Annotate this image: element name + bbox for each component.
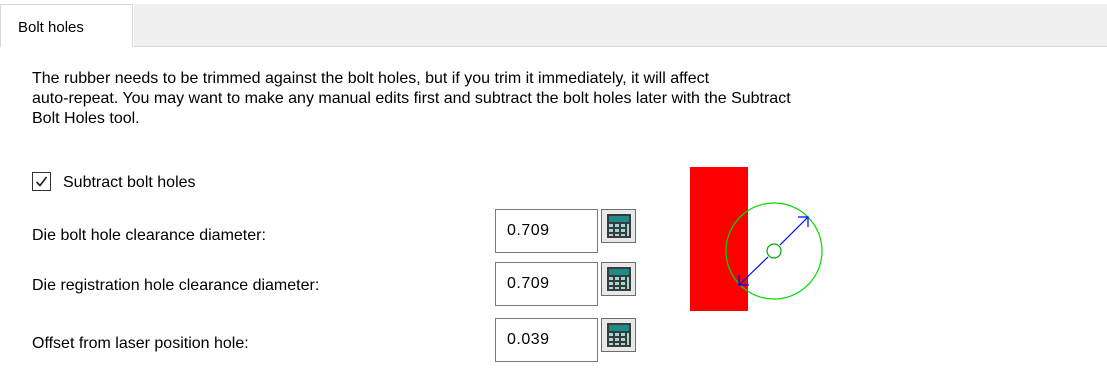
- die-registration-hole-clearance-input[interactable]: [495, 262, 598, 306]
- die-registration-hole-calculator-button[interactable]: [601, 262, 636, 296]
- calculator-icon: [607, 214, 631, 238]
- die-bolt-hole-calculator-button[interactable]: [601, 209, 636, 243]
- tab-label: Bolt holes: [18, 19, 84, 36]
- calculator-icon: [607, 267, 631, 291]
- die-bolt-hole-clearance-input[interactable]: [495, 209, 598, 253]
- laser-position-hole: [766, 243, 782, 259]
- die-registration-hole-clearance-label: Die registration hole clearance diameter…: [32, 277, 320, 294]
- tab-strip: Bolt holes: [0, 0, 1107, 47]
- description-line: Bolt Holes tool.: [32, 110, 140, 127]
- tab-bolt-holes[interactable]: Bolt holes: [0, 4, 133, 47]
- tab-strip-background: [134, 4, 1107, 46]
- subtract-bolt-holes-label: Subtract bolt holes: [63, 174, 196, 191]
- rubber-rect: [690, 167, 748, 311]
- description-text: The rubber needs to be trimmed against t…: [32, 69, 1092, 129]
- offset-calculator-button[interactable]: [601, 318, 636, 352]
- offset-from-laser-position-label: Offset from laser position hole:: [32, 335, 249, 352]
- checkmark-icon: [35, 176, 48, 187]
- die-bolt-hole-clearance-label: Die bolt hole clearance diameter:: [32, 227, 266, 244]
- description-line: auto-repeat. You may want to make any ma…: [32, 90, 791, 107]
- description-line: The rubber needs to be trimmed against t…: [32, 70, 710, 87]
- subtract-bolt-holes-checkbox[interactable]: [32, 172, 51, 191]
- tab-divider: [134, 46, 1107, 47]
- offset-from-laser-position-input[interactable]: [495, 318, 598, 362]
- bolt-hole-diagram: [690, 167, 823, 311]
- calculator-icon: [607, 323, 631, 347]
